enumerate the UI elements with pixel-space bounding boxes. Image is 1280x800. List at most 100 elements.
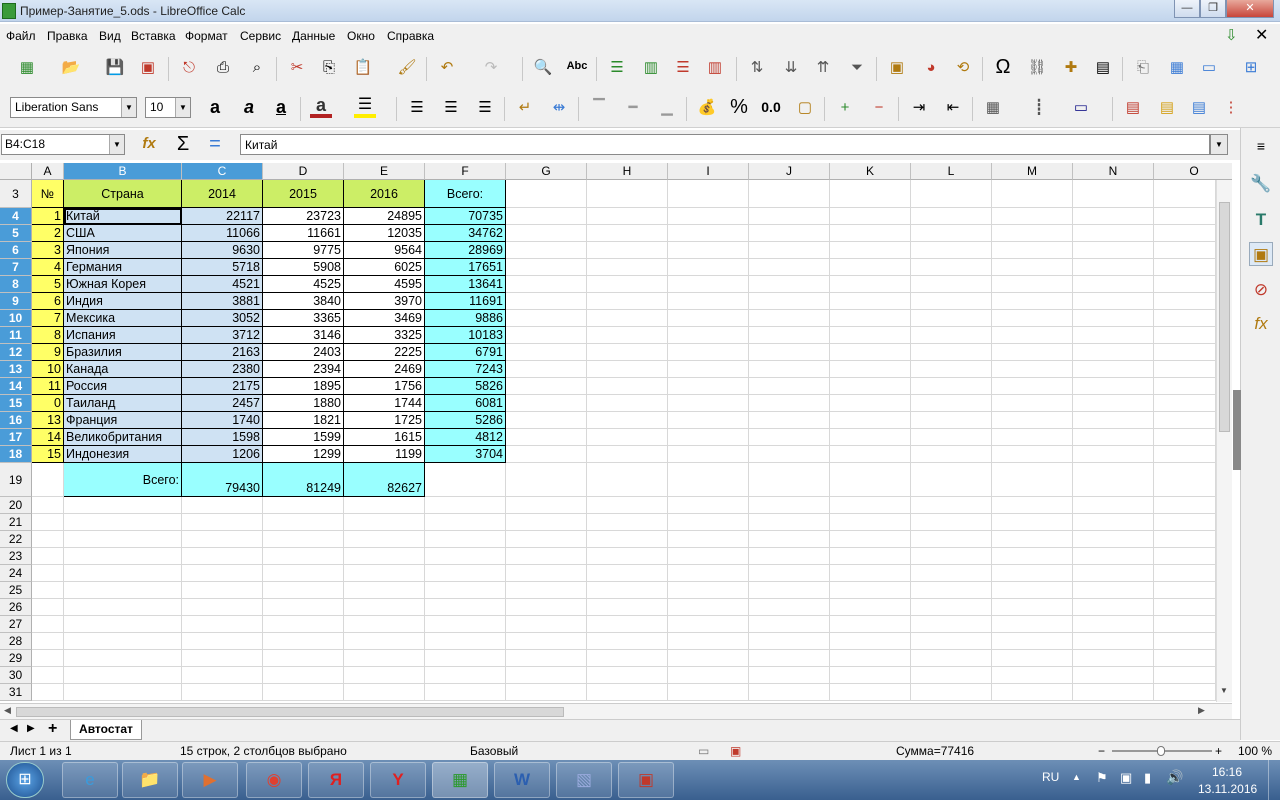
country-cell[interactable]: Германия bbox=[64, 259, 182, 276]
tray-expand-icon[interactable]: ▲ bbox=[1072, 772, 1081, 782]
cell[interactable] bbox=[911, 446, 992, 463]
cell[interactable] bbox=[1154, 582, 1216, 599]
cell[interactable] bbox=[830, 225, 911, 242]
cell[interactable] bbox=[911, 565, 992, 582]
value-2016[interactable]: 1756 bbox=[344, 378, 425, 395]
column-header-k[interactable]: K bbox=[830, 163, 911, 180]
sidebar-menu-icon[interactable]: ≡ bbox=[1249, 134, 1273, 158]
cell[interactable] bbox=[911, 395, 992, 412]
cell[interactable] bbox=[64, 497, 182, 514]
cell[interactable] bbox=[992, 180, 1073, 208]
row-header[interactable]: 13 bbox=[0, 361, 32, 378]
delete-column-icon[interactable]: ▥ bbox=[704, 57, 726, 79]
country-cell[interactable]: США bbox=[64, 225, 182, 242]
cell[interactable] bbox=[668, 548, 749, 565]
navigator-icon[interactable]: ⊘ bbox=[1249, 278, 1273, 302]
total-cell[interactable]: 5286 bbox=[425, 412, 506, 429]
zoom-in-icon[interactable]: + bbox=[1215, 744, 1222, 758]
cell[interactable] bbox=[749, 361, 830, 378]
cell[interactable] bbox=[911, 344, 992, 361]
value-2015[interactable]: 3146 bbox=[263, 327, 344, 344]
cell[interactable] bbox=[911, 429, 992, 446]
cell[interactable] bbox=[668, 497, 749, 514]
column-header-i[interactable]: I bbox=[668, 163, 749, 180]
row-header[interactable]: 20 bbox=[0, 497, 32, 514]
value-2014[interactable]: 22117 bbox=[182, 208, 263, 225]
column-header-f[interactable]: F bbox=[425, 163, 506, 180]
cell[interactable] bbox=[182, 514, 263, 531]
cell[interactable] bbox=[992, 650, 1073, 667]
cell[interactable] bbox=[830, 514, 911, 531]
cell[interactable] bbox=[668, 225, 749, 242]
header-footer-icon[interactable]: ▤ bbox=[1092, 57, 1114, 79]
row-header[interactable]: 17 bbox=[0, 429, 32, 446]
icon-set-icon[interactable]: ⋮ bbox=[1220, 97, 1242, 119]
cell[interactable] bbox=[506, 180, 587, 208]
column-header-e[interactable]: E bbox=[344, 163, 425, 180]
cell[interactable] bbox=[830, 446, 911, 463]
properties-icon[interactable]: 🔧 bbox=[1249, 172, 1273, 196]
cell[interactable] bbox=[1154, 684, 1216, 701]
value-2016[interactable]: 2469 bbox=[344, 361, 425, 378]
align-top-icon[interactable]: ▔ bbox=[588, 97, 610, 119]
cell[interactable] bbox=[32, 633, 64, 650]
cell[interactable] bbox=[830, 293, 911, 310]
scroll-down-icon[interactable]: ▼ bbox=[1220, 686, 1228, 695]
value-2014[interactable]: 5718 bbox=[182, 259, 263, 276]
cell[interactable] bbox=[749, 208, 830, 225]
cell[interactable] bbox=[911, 310, 992, 327]
cell[interactable] bbox=[830, 429, 911, 446]
pivot-table-icon[interactable]: ⟲ bbox=[952, 57, 974, 79]
cell[interactable] bbox=[425, 548, 506, 565]
cell[interactable] bbox=[1154, 633, 1216, 650]
row-header[interactable]: 16 bbox=[0, 412, 32, 429]
cell[interactable] bbox=[749, 310, 830, 327]
row-header[interactable]: 6 bbox=[0, 242, 32, 259]
row-header[interactable]: 18 bbox=[0, 446, 32, 463]
cell[interactable] bbox=[668, 361, 749, 378]
cell[interactable] bbox=[587, 378, 668, 395]
value-2016[interactable]: 24895 bbox=[344, 208, 425, 225]
cell[interactable] bbox=[587, 548, 668, 565]
align-middle-icon[interactable]: ━ bbox=[622, 97, 644, 119]
cell[interactable] bbox=[1073, 276, 1154, 293]
cell[interactable] bbox=[992, 514, 1073, 531]
cell[interactable] bbox=[1154, 395, 1216, 412]
taskbar-ie-icon[interactable]: e bbox=[62, 762, 118, 798]
country-cell[interactable]: Индия bbox=[64, 293, 182, 310]
cell[interactable] bbox=[992, 446, 1073, 463]
cell[interactable] bbox=[749, 242, 830, 259]
value-2014[interactable]: 3881 bbox=[182, 293, 263, 310]
cell[interactable] bbox=[506, 582, 587, 599]
menu-file[interactable]: Файл bbox=[6, 29, 36, 43]
status-zoom[interactable]: 100 % bbox=[1238, 744, 1272, 758]
value-2014[interactable]: 11066 bbox=[182, 225, 263, 242]
cell[interactable] bbox=[263, 599, 344, 616]
align-center-icon[interactable]: ☰ bbox=[440, 97, 462, 119]
cell[interactable] bbox=[1073, 412, 1154, 429]
gallery-icon[interactable]: ▣ bbox=[1249, 242, 1273, 266]
column-header-n[interactable]: N bbox=[1073, 163, 1154, 180]
cell[interactable] bbox=[1073, 548, 1154, 565]
cell[interactable] bbox=[263, 616, 344, 633]
row-header[interactable]: 25 bbox=[0, 582, 32, 599]
header-2014[interactable]: 2014 bbox=[182, 180, 263, 208]
name-box[interactable]: B4:C18 ▼ bbox=[1, 134, 125, 155]
cell[interactable] bbox=[1154, 446, 1216, 463]
cell[interactable] bbox=[506, 242, 587, 259]
font-name-dropdown-icon[interactable]: ▼ bbox=[121, 98, 136, 117]
cell[interactable] bbox=[668, 582, 749, 599]
cell[interactable] bbox=[830, 412, 911, 429]
cell[interactable] bbox=[911, 599, 992, 616]
column-header-m[interactable]: M bbox=[992, 163, 1073, 180]
cell[interactable] bbox=[64, 684, 182, 701]
cell[interactable] bbox=[1073, 378, 1154, 395]
country-cell[interactable]: Южная Корея bbox=[64, 276, 182, 293]
cell[interactable] bbox=[506, 412, 587, 429]
cell[interactable] bbox=[668, 412, 749, 429]
find-replace-icon[interactable]: 🔍 bbox=[532, 57, 554, 79]
font-name-combo[interactable]: Liberation Sans ▼ bbox=[10, 97, 137, 118]
cell[interactable] bbox=[1154, 208, 1216, 225]
cell[interactable] bbox=[1073, 497, 1154, 514]
cell[interactable] bbox=[992, 531, 1073, 548]
